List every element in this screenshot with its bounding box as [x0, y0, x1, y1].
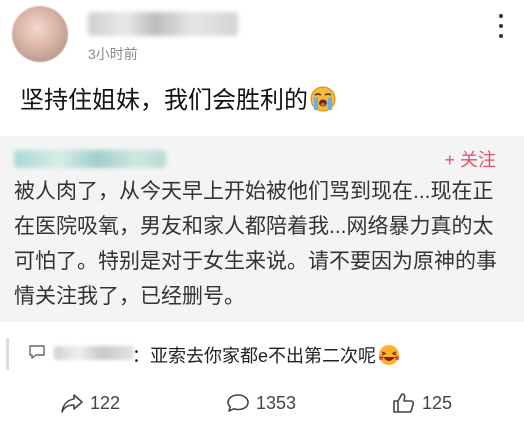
like-count: 125 [422, 392, 453, 413]
post-text-line: 坚持住姐妹，我们会胜利的 [20, 80, 336, 115]
thumbs-up-icon [393, 393, 415, 413]
comment-text: ：亚索去你家都e不出第二次呢 [132, 346, 377, 366]
repost-count: 122 [90, 392, 121, 413]
speech-bubble-icon [227, 394, 249, 412]
username-redacted[interactable] [88, 12, 238, 36]
comment-divider [6, 338, 9, 370]
laughing-emoji-icon [379, 345, 400, 365]
follow-button[interactable]: + 关注 [444, 146, 496, 172]
action-bar: 122 1353 125 [0, 386, 524, 420]
repost-button[interactable]: 122 [60, 386, 120, 420]
comment-bubble-icon [29, 345, 45, 359]
more-options-icon[interactable] [496, 14, 506, 38]
quoted-post-card[interactable]: + 关注 被人肉了，从今天早上开始被他们骂到现在...现在正在医院吸氧，男友和家… [0, 136, 524, 322]
comment-button[interactable]: 1353 [226, 386, 296, 420]
commenter-redacted[interactable] [54, 346, 134, 360]
post-time: 3小时前 [88, 46, 138, 62]
comment-count: 1353 [256, 392, 297, 413]
comment-line: ：亚索去你家都e不出第二次呢 [132, 342, 400, 368]
quoted-username-redacted[interactable] [14, 150, 166, 168]
comment-preview[interactable]: ：亚索去你家都e不出第二次呢 [0, 330, 524, 374]
share-arrow-icon [61, 394, 83, 413]
crying-emoji-icon [310, 86, 336, 112]
quoted-post-text: 被人肉了，从今天早上开始被他们骂到现在...现在正在医院吸氧，男友和家人都陪着我… [14, 180, 497, 308]
like-button[interactable]: 125 [392, 386, 452, 420]
post-text: 坚持住姐妹，我们会胜利的 [20, 87, 308, 114]
avatar[interactable] [12, 6, 68, 62]
